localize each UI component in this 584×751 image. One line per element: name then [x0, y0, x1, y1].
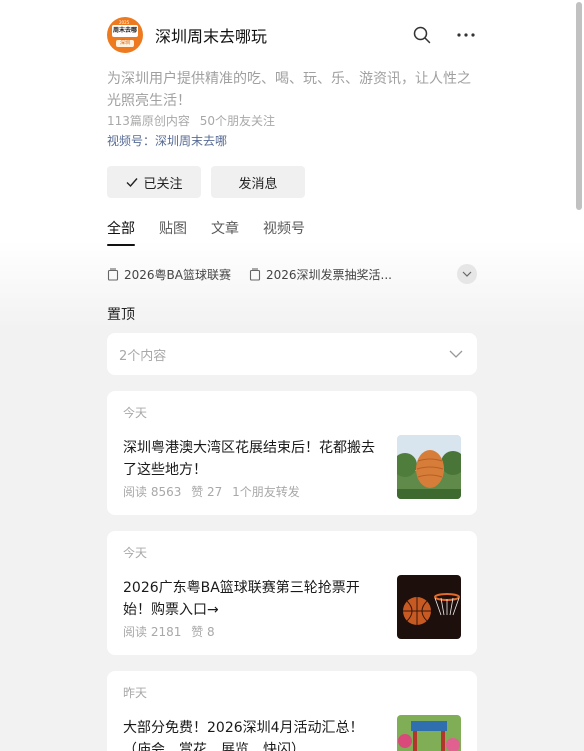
search-icon[interactable] [411, 24, 433, 46]
collection-label: 2026粤BA篮球联赛 [124, 267, 231, 282]
article-date: 今天 [123, 406, 148, 420]
message-button-label: 发消息 [238, 176, 278, 192]
avatar[interactable]: 2025 周末去哪 深圳 [107, 17, 143, 53]
follow-button-label: 已关注 [143, 176, 183, 192]
like-count: 赞 8 [191, 625, 215, 639]
tab-articles[interactable]: 文章 [211, 218, 239, 246]
collection-label: 2026深圳发票抽奖活... [265, 267, 392, 282]
collections-bar: 2026粤BA篮球联赛 2026深圳发票抽奖活... [107, 264, 477, 284]
pinned-summary: 2个内容 [119, 348, 167, 364]
article-card[interactable]: 今天 2026广东粤BA篮球联赛第三轮抢票开始！购票入口→ 阅读 2181 赞 … [107, 531, 477, 655]
article-thumbnail [397, 715, 461, 751]
collection-icon [107, 267, 119, 281]
more-icon[interactable] [455, 24, 477, 46]
article-meta: 阅读 2181 赞 8 [123, 623, 215, 640]
article-thumbnail [397, 435, 461, 499]
avatar-tag-text: 深圳 [116, 40, 134, 47]
article-card[interactable]: 今天 深圳粤港澳大湾区花展结束后！花都搬去了这些地方！ 阅读 8563 赞 27… [107, 391, 477, 515]
check-icon [126, 178, 139, 188]
account-description: 为深圳用户提供精准的吃、喝、玩、乐、游资讯，让人性之光照亮生活！ [107, 71, 471, 109]
read-count: 阅读 8563 [123, 485, 182, 499]
account-stats: 113篇原创内容 50个朋友关注 [107, 112, 275, 129]
account-name: 深圳周末去哪玩 [155, 27, 268, 46]
read-count: 阅读 2181 [123, 625, 182, 639]
tab-video[interactable]: 视频号 [263, 218, 305, 246]
chevron-down-icon [449, 350, 463, 358]
collection-item[interactable]: 2026粤BA篮球联赛 [107, 266, 231, 283]
article-card[interactable]: 昨天 大部分免费！2026深圳4月活动汇总！（庙会、赏花、展览、快闪） [107, 671, 477, 751]
message-button[interactable]: 发消息 [211, 166, 305, 198]
pinned-section-title: 置顶 [107, 307, 135, 323]
tab-all[interactable]: 全部 [107, 218, 135, 246]
pinned-content-toggle[interactable]: 2个内容 [107, 333, 477, 375]
video-channel-link[interactable]: 视频号：深圳周末去哪 [107, 132, 227, 149]
article-date: 昨天 [123, 686, 148, 700]
article-date: 今天 [123, 546, 148, 560]
share-info: 1个朋友转发 [232, 485, 300, 499]
collection-icon [249, 267, 261, 281]
page-scrollbar[interactable] [576, 2, 582, 210]
tab-posts[interactable]: 贴图 [159, 218, 187, 246]
article-title: 2026广东粤BA篮球联赛第三轮抢票开始！购票入口→ [123, 580, 360, 618]
chevron-down-icon [462, 271, 472, 277]
original-count: 113篇原创内容 [107, 114, 190, 128]
article-meta: 阅读 8563 赞 27 1个朋友转发 [123, 483, 300, 500]
friends-following[interactable]: 50个朋友关注 [200, 114, 275, 128]
like-count: 赞 27 [191, 485, 223, 499]
collection-item[interactable]: 2026深圳发票抽奖活... [249, 266, 392, 283]
account-header: 2025 周末去哪 深圳 深圳周末去哪玩 [107, 15, 477, 55]
content-tabs: 全部 贴图 文章 视频号 [107, 218, 305, 246]
avatar-main-text: 周末去哪 [112, 25, 138, 37]
follow-button[interactable]: 已关注 [107, 166, 201, 198]
article-thumbnail [397, 575, 461, 639]
expand-collections-button[interactable] [457, 264, 477, 284]
article-title: 大部分免费！2026深圳4月活动汇总！（庙会、赏花、展览、快闪） [123, 720, 364, 751]
article-title: 深圳粤港澳大湾区花展结束后！花都搬去了这些地方！ [123, 440, 375, 478]
